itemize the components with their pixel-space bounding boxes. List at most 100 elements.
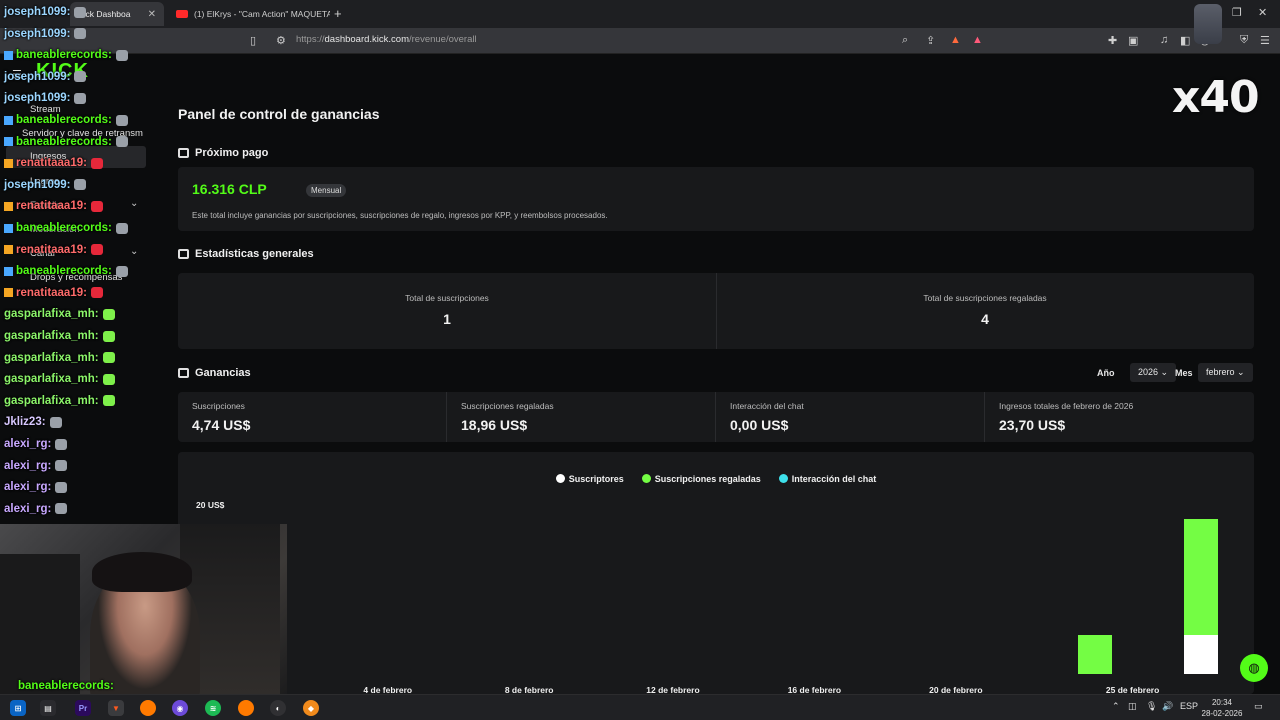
- badge-icon: [4, 158, 13, 168]
- site-info-icon[interactable]: ⚙: [276, 34, 286, 47]
- taskbar: ⊞ ▤ Pr ▼ ◉ ≋ ◐ ◆ ⌃ ◫ 🎙 🔊 ESP 20:34 28-02…: [0, 694, 1280, 720]
- bookmark-icon[interactable]: ▯: [250, 34, 256, 47]
- chat-message: baneablerecords:: [4, 114, 128, 126]
- wallet-icon: [178, 148, 189, 158]
- earn-label: Interacción del chat: [730, 401, 804, 411]
- legend-label: Suscripciones regaladas: [654, 474, 761, 484]
- spotify-icon[interactable]: ≋: [205, 700, 221, 716]
- emote-icon: [74, 28, 87, 40]
- chat-username: gasparlafixa_mh:: [4, 373, 99, 386]
- share-icon[interactable]: ⇪: [926, 34, 935, 47]
- earn-label: Suscripciones regaladas: [461, 401, 554, 411]
- emote-icon: [115, 136, 128, 148]
- webcam-chair: [0, 554, 80, 694]
- legend-label: Suscriptores: [568, 474, 624, 484]
- brave-icon[interactable]: ▼: [108, 700, 124, 716]
- chat-username: joseph1099:: [4, 92, 71, 105]
- chat-username: gasparlafixa_mh:: [4, 351, 99, 364]
- chat-username: renatitaaa19:: [16, 286, 87, 299]
- obs-icon[interactable]: ◐: [270, 700, 286, 716]
- firefox-icon[interactable]: [140, 700, 156, 716]
- divider: [984, 392, 985, 442]
- emote-icon: [74, 179, 87, 191]
- next-payout-heading: Próximo pago: [178, 147, 268, 159]
- chat-message: joseph1099:: [4, 70, 87, 83]
- bar-segment[interactable]: [1077, 635, 1112, 674]
- chat-message: gasparlafixa_mh:: [4, 373, 115, 385]
- chat-username: baneablerecords:: [16, 135, 112, 148]
- emote-icon: [102, 352, 115, 364]
- maximize-icon[interactable]: ❐: [1232, 6, 1242, 19]
- address-bar: ▯ ⚙ https://dashboard.kick.com/revenue/o…: [0, 28, 1280, 54]
- discord-icon[interactable]: ◉: [172, 700, 188, 716]
- emote-icon: [102, 395, 115, 407]
- volume-icon[interactable]: 🔊: [1162, 701, 1173, 712]
- notifications-icon[interactable]: ▭: [1254, 701, 1263, 712]
- legend-item-chat[interactable]: Interacción del chat: [778, 474, 877, 484]
- url-prefix: https://: [296, 34, 325, 45]
- microphone-icon[interactable]: 🎙: [1146, 701, 1157, 712]
- tab-close-icon[interactable]: ✕: [148, 9, 156, 20]
- chat-username: baneablerecords:: [16, 265, 112, 278]
- chat-username: alexi_rg:: [4, 459, 52, 472]
- bar-segment[interactable]: [1183, 518, 1218, 636]
- chat-username: gasparlafixa_mh:: [4, 308, 99, 321]
- vpn-icon[interactable]: ⛨: [1240, 34, 1248, 47]
- zoom-icon[interactable]: ⌕: [902, 34, 908, 47]
- app-icon[interactable]: ◆: [303, 700, 319, 716]
- emote-icon: [115, 265, 128, 277]
- month-value: febrero: [1206, 367, 1235, 377]
- month-select[interactable]: febrero ⌄: [1198, 363, 1253, 382]
- next-payout-card: 16.316 CLP Mensual Este total incluye ga…: [178, 167, 1254, 231]
- menu-icon[interactable]: ☰: [1260, 34, 1270, 47]
- badge-icon: [4, 137, 13, 147]
- x-tick-label: 25 de febrero: [1105, 685, 1160, 694]
- network-icon[interactable]: ◫: [1128, 701, 1137, 712]
- chevron-down-icon[interactable]: ⌄: [130, 198, 138, 209]
- payout-frequency-badge: Mensual: [306, 184, 347, 197]
- earn-value: 23,70 US$: [999, 417, 1066, 433]
- legend-item-subscribers[interactable]: Suscriptores: [555, 474, 624, 484]
- url-input[interactable]: https://dashboard.kick.com/revenue/overa…: [296, 34, 477, 45]
- earnings-heading-label: Ganancias: [195, 367, 251, 379]
- chevron-down-icon[interactable]: ⌄: [130, 246, 138, 257]
- bar-segment[interactable]: [1183, 635, 1218, 674]
- avatar-sprite: [1194, 4, 1222, 44]
- firefox-icon[interactable]: [238, 700, 254, 716]
- legend-label: Interacción del chat: [791, 474, 877, 484]
- chat-message: joseph1099:: [4, 92, 87, 105]
- year-select[interactable]: 2026 ⌄: [1130, 363, 1177, 382]
- help-chat-button[interactable]: ◍: [1240, 654, 1268, 682]
- language-indicator[interactable]: ESP: [1180, 701, 1198, 711]
- media-icon[interactable]: ♫: [1160, 34, 1168, 46]
- emote-icon: [102, 373, 115, 385]
- new-tab-button[interactable]: +: [334, 6, 342, 21]
- chat-username: alexi_rg:: [4, 502, 52, 515]
- emote-icon: [102, 308, 115, 320]
- clock[interactable]: 20:34 28-02-2026: [1200, 697, 1244, 719]
- chat-message: gasparlafixa_mh:: [4, 395, 115, 407]
- brave-rewards-icon[interactable]: ▲: [972, 34, 983, 46]
- chat-username: joseph1099:: [4, 70, 71, 83]
- emote-icon: [102, 330, 115, 342]
- badge-icon: [4, 201, 13, 211]
- wallet-icon[interactable]: ▣: [1128, 34, 1138, 47]
- earn-value: 4,74 US$: [192, 417, 251, 433]
- legend-item-gifted[interactable]: Suscripciones regaladas: [641, 474, 761, 484]
- tab-youtube[interactable]: (1) ElKrys - "Cam Action" MAQUETA ✕: [168, 2, 330, 26]
- stat-label: Total de suscripciones regaladas: [923, 293, 1047, 303]
- multiplier-overlay: x40: [1172, 72, 1260, 123]
- chat-username: joseph1099:: [4, 6, 71, 18]
- emote-icon: [90, 157, 103, 169]
- extensions-icon[interactable]: ✚: [1108, 34, 1117, 47]
- close-window-icon[interactable]: ✕: [1258, 6, 1267, 19]
- windows-start-icon[interactable]: ⊞: [10, 700, 26, 716]
- emote-icon: [55, 438, 68, 450]
- file-explorer-icon[interactable]: ▤: [40, 700, 56, 716]
- chat-message: baneablerecords:: [4, 222, 128, 234]
- sidebar-toggle-icon[interactable]: ◧: [1180, 34, 1190, 47]
- tray-chevron-icon[interactable]: ⌃: [1112, 701, 1120, 712]
- stat-total-subs: Total de suscripciones 1: [178, 273, 716, 349]
- premiere-icon[interactable]: Pr: [75, 700, 91, 716]
- brave-shields-icon[interactable]: ▲: [950, 34, 961, 46]
